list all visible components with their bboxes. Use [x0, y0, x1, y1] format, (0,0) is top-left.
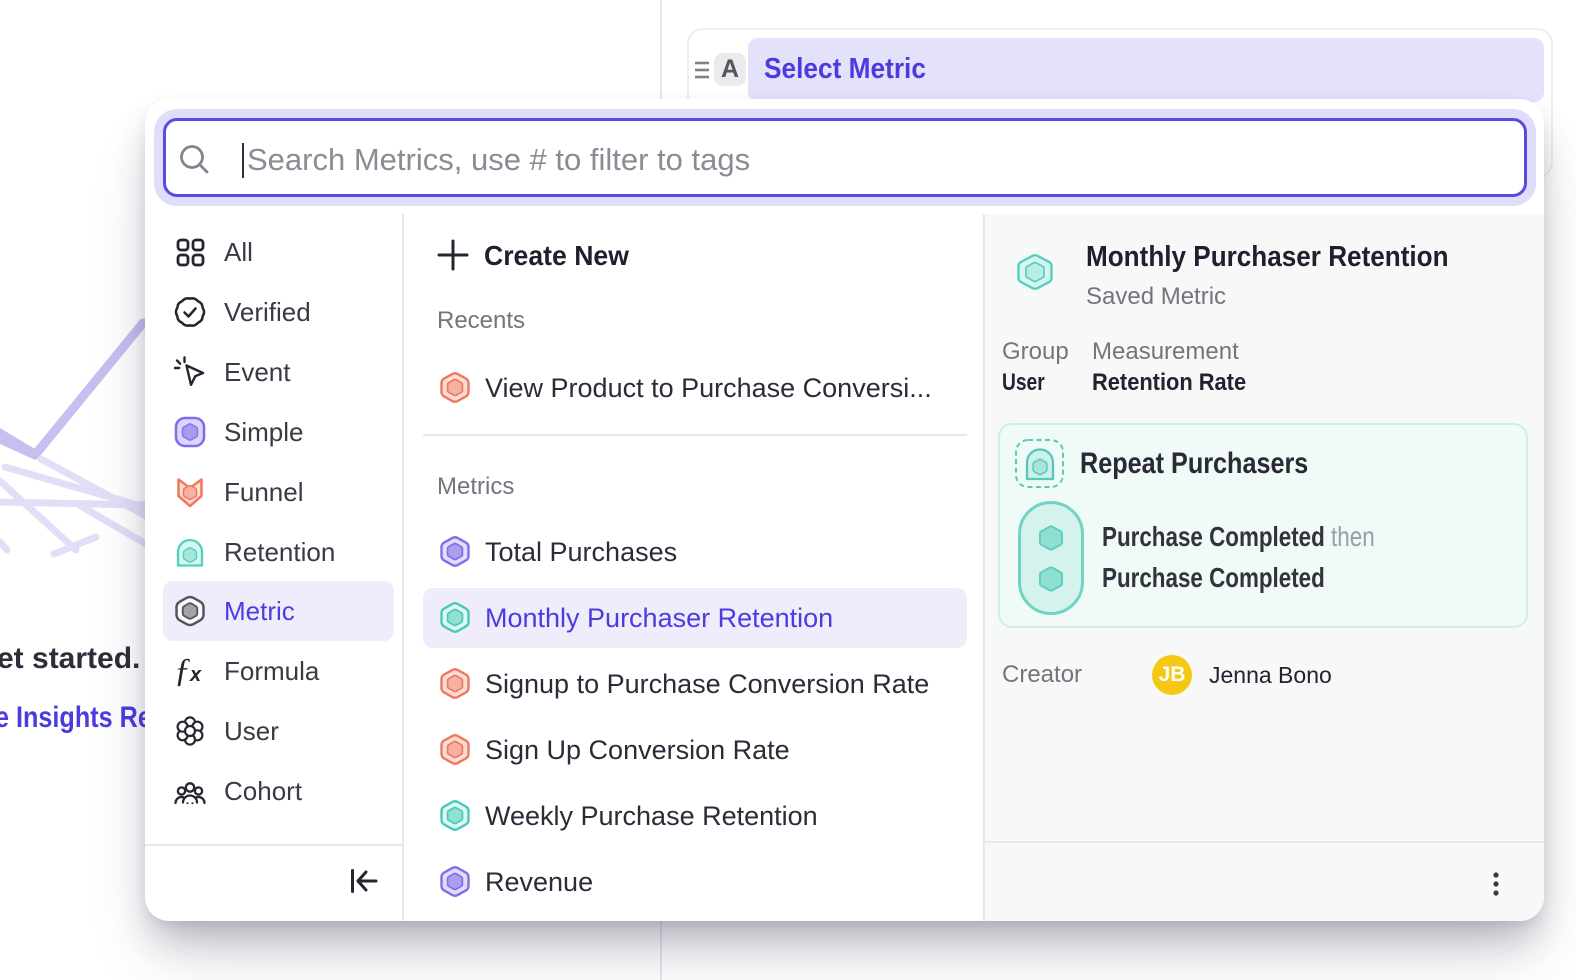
svg-text:ƒ: ƒ	[174, 655, 191, 687]
svg-text:x: x	[189, 664, 202, 686]
